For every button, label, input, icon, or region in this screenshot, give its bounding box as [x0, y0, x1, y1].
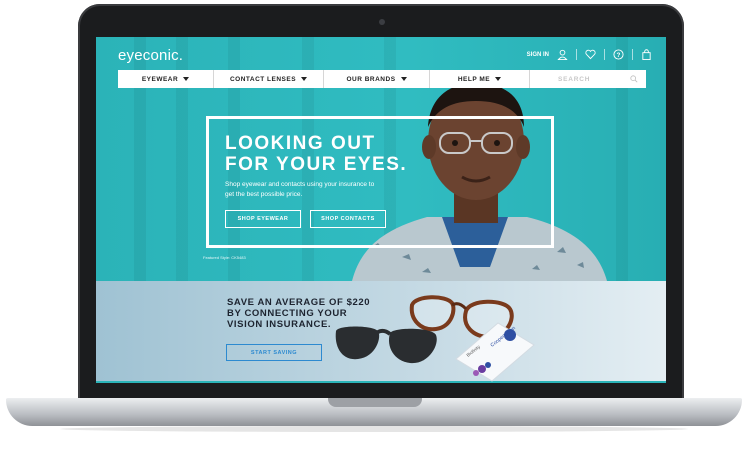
laptop-mockup: eyeconic. SIGN IN ? EYEWEAR CONTACT LENS…: [0, 0, 748, 452]
sign-in-link[interactable]: SIGN IN: [527, 52, 549, 58]
shop-eyewear-button[interactable]: SHOP EYEWEAR: [225, 210, 301, 228]
chevron-down-icon: [495, 77, 502, 81]
bag-icon[interactable]: [641, 49, 652, 60]
shop-contacts-button[interactable]: SHOP CONTACTS: [310, 210, 386, 228]
contact-lens-box-image: CooperVision Biofinity: [455, 322, 535, 382]
promo-line: BY CONNECTING YOUR: [227, 308, 348, 319]
search-placeholder: SEARCH: [558, 75, 591, 83]
search-input[interactable]: SEARCH: [530, 70, 646, 88]
header-divider: [576, 49, 577, 60]
nav-label: OUR BRANDS: [346, 75, 396, 83]
chevron-down-icon: [183, 77, 190, 81]
help-icon[interactable]: ?: [613, 49, 624, 60]
hero-headline: LOOKING OUT FOR YOUR EYES.: [225, 133, 407, 175]
featured-style-caption: Featured Style: CK5483: [203, 255, 246, 260]
nav-help-me[interactable]: HELP ME: [430, 70, 530, 88]
laptop-shadow: [60, 426, 688, 432]
sunglasses-product-image: [335, 326, 437, 364]
header-actions: SIGN IN ?: [527, 49, 652, 60]
website-screen: eyeconic. SIGN IN ? EYEWEAR CONTACT LENS…: [96, 37, 666, 383]
chevron-down-icon: [301, 77, 308, 81]
nav-label: CONTACT LENSES: [229, 75, 297, 83]
hero-banner: eyeconic. SIGN IN ? EYEWEAR CONTACT LENS…: [96, 37, 666, 281]
headline-line: FOR YOUR EYES.: [225, 154, 408, 175]
nav-label: HELP ME: [457, 75, 491, 83]
hero-subcopy: Shop eyewear and contacts using your ins…: [225, 181, 375, 198]
webcam: [379, 19, 385, 25]
heart-icon[interactable]: [585, 49, 596, 60]
header-divider: [604, 49, 605, 60]
start-saving-button[interactable]: START SAVING: [226, 344, 322, 361]
main-nav: EYEWEAR CONTACT LENSES OUR BRANDS HELP M…: [118, 70, 646, 88]
chevron-down-icon: [400, 77, 407, 81]
nav-contact-lenses[interactable]: CONTACT LENSES: [214, 70, 324, 88]
site-logo[interactable]: eyeconic.: [118, 47, 183, 64]
user-icon[interactable]: [557, 49, 568, 60]
headline-line: LOOKING OUT: [225, 133, 376, 154]
nav-eyewear[interactable]: EYEWEAR: [118, 70, 214, 88]
header-divider: [632, 49, 633, 60]
svg-text:?: ?: [617, 52, 621, 59]
search-icon[interactable]: [630, 75, 638, 83]
nav-our-brands[interactable]: OUR BRANDS: [324, 70, 430, 88]
laptop-base-notch: [328, 398, 422, 407]
promo-line: SAVE AN AVERAGE OF $220: [227, 297, 371, 308]
nav-label: EYEWEAR: [141, 75, 179, 83]
